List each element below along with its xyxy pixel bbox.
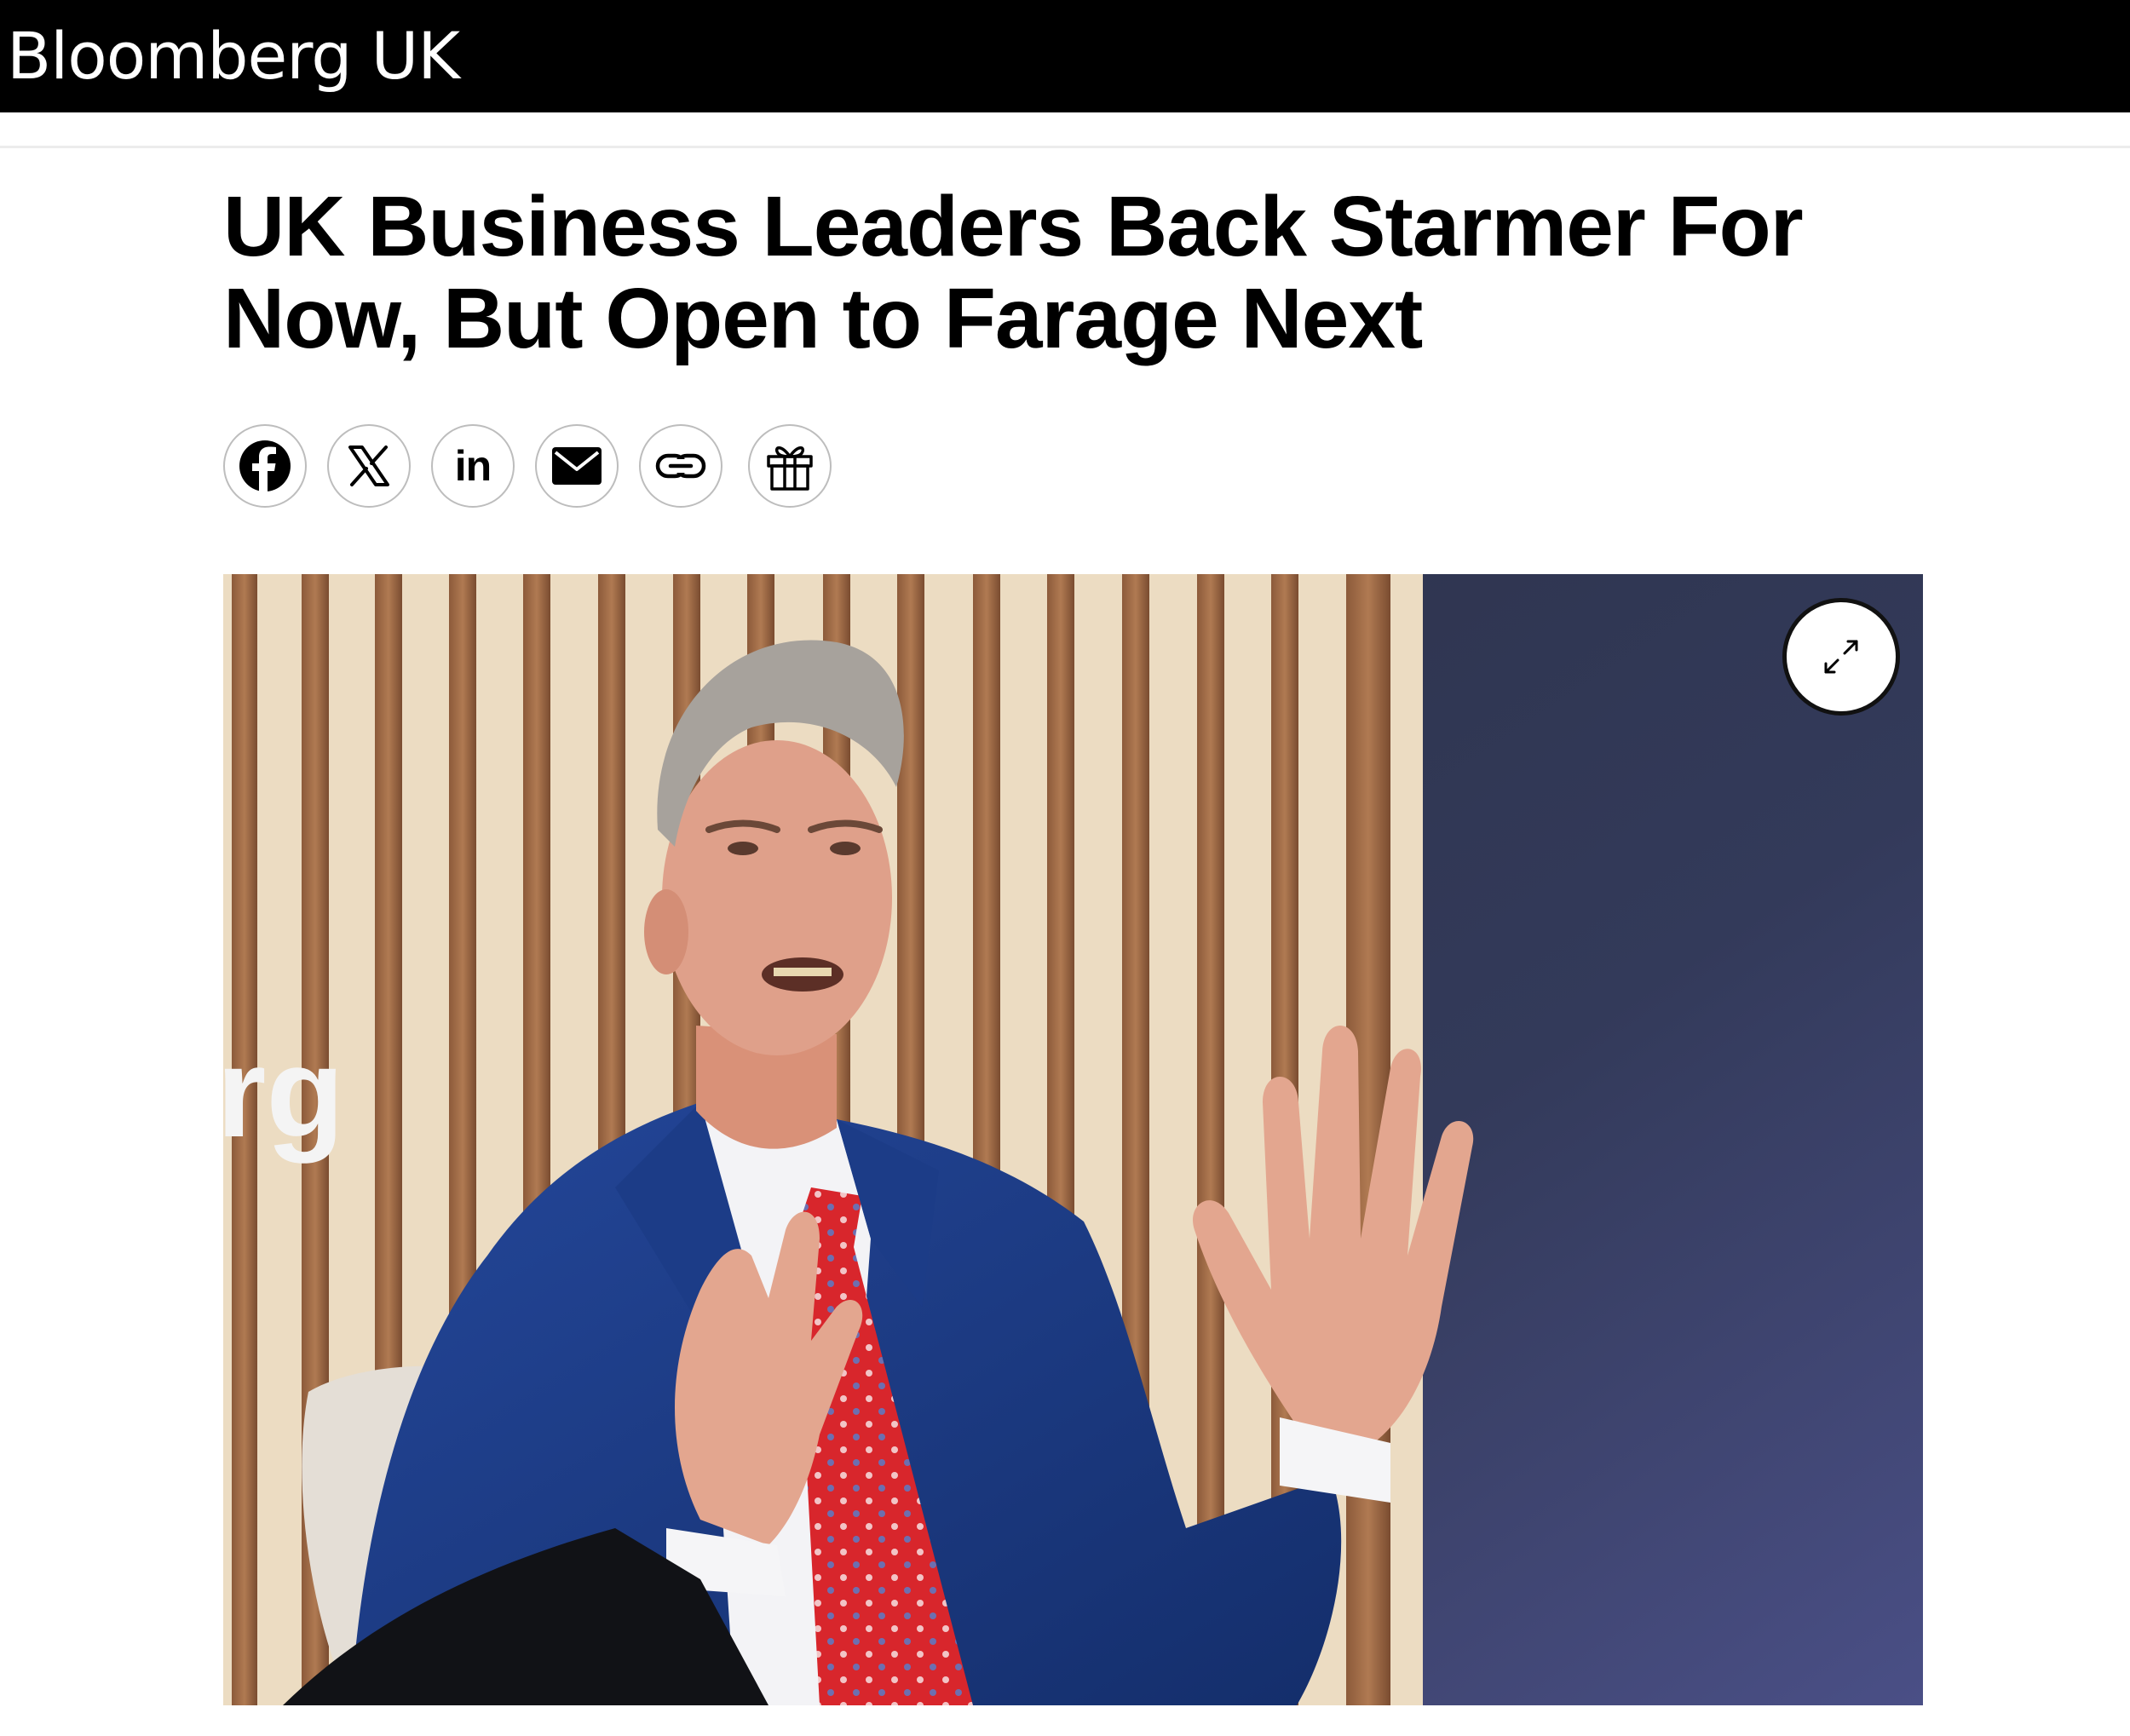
site-header: Bloomberg UK [0,0,2130,112]
share-x-button[interactable] [327,424,411,508]
share-email-button[interactable] [535,424,619,508]
article-headline: UK Business Leaders Back Starmer For Now… [223,179,1804,366]
link-icon [655,453,706,479]
article-hero-image[interactable]: rg [223,574,1923,1705]
email-icon [552,447,602,485]
x-icon [348,445,389,486]
nav-divider [0,112,2130,148]
expand-image-button[interactable] [1782,598,1900,716]
share-linkedin-button[interactable]: in [431,424,515,508]
share-gift-button[interactable] [748,424,832,508]
share-facebook-button[interactable] [223,424,307,508]
brand-logo[interactable]: Bloomberg UK [7,14,460,99]
share-copy-link-button[interactable] [639,424,722,508]
facebook-icon [239,440,291,491]
expand-icon [1824,640,1858,674]
gift-icon [767,446,813,491]
linkedin-icon: in [454,442,492,490]
backdrop-logo-text: rg [223,1020,344,1164]
hero-photo-illustration: rg [223,574,1923,1705]
